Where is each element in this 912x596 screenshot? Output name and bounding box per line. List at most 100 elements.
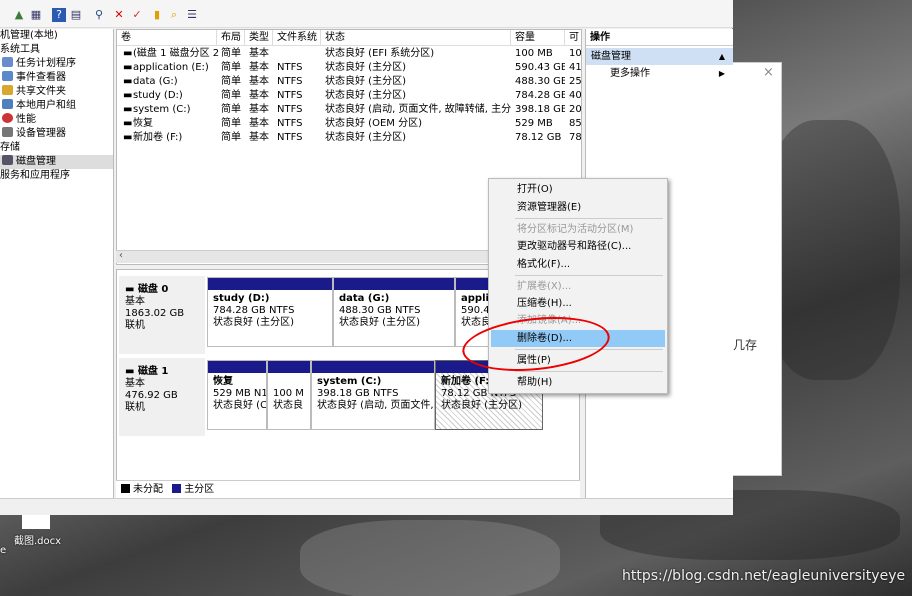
menu-item-open[interactable]: 打开(O)	[491, 181, 665, 198]
table-cell: NTFS	[277, 118, 303, 129]
collapse-icon[interactable]: ▲	[719, 48, 725, 65]
table-cell: 简单	[221, 48, 241, 59]
disk-1-label[interactable]: ▬ 磁盘 1 基本 476.92 GB 联机	[119, 358, 205, 436]
table-cell: 状态良好 (主分区)	[325, 62, 406, 73]
view-icon[interactable]: ▤	[69, 8, 83, 22]
table-cell: 78.12 GB	[515, 132, 562, 143]
disk-icon	[2, 155, 13, 165]
properties-icon[interactable]: ☰	[185, 8, 199, 22]
table-cell: 状态良好 (启动, 页面文件, 故障转储, 主分区)	[325, 104, 511, 115]
tree-item-disk-management[interactable]: 磁盘管理	[0, 155, 113, 169]
table-cell: 25	[569, 76, 582, 87]
table-cell: (磁盘 1 磁盘分区 2)	[133, 48, 219, 59]
column-header[interactable]: 容量	[511, 30, 565, 46]
table-cell: 状态良好 (主分区)	[325, 90, 406, 101]
partition-recovery[interactable]: 恢复 529 MB N1 状态良好 (C	[207, 360, 267, 430]
column-header[interactable]: 可	[565, 30, 581, 46]
table-cell: 78	[569, 132, 582, 143]
table-cell: system (C:)	[133, 104, 191, 115]
horizontal-scrollbar[interactable]: ‹	[116, 250, 488, 263]
tree-item[interactable]: 任务计划程序	[0, 57, 113, 71]
tree-item[interactable]: 设备管理器	[0, 127, 113, 141]
table-cell: 状态良好 (主分区)	[325, 76, 406, 87]
table-cell: 529 MB	[515, 118, 553, 129]
table-cell: 488.30 GB	[515, 76, 565, 87]
performance-icon	[2, 113, 13, 123]
background-dialog: × 几存	[733, 62, 782, 476]
table-cell: NTFS	[277, 104, 303, 115]
table-cell: 398.18 GB	[515, 104, 565, 115]
column-header[interactable]: 文件系统	[273, 30, 321, 46]
folder-up-icon[interactable]: ▮	[150, 8, 164, 22]
column-header[interactable]: 类型	[245, 30, 273, 46]
menu-item-delete-volume[interactable]: 删除卷(D)...	[491, 330, 665, 347]
table-row[interactable]: ▬ 新加卷 (F:) 简单 基本 NTFS 状态良好 (主分区) 78.12 GB 78	[117, 131, 581, 145]
volume-list-header: 卷 布局 类型 文件系统 状态 容量 可	[117, 30, 581, 46]
table-cell: 新加卷 (F:)	[133, 132, 183, 143]
table-row[interactable]: ▬ (磁盘 1 磁盘分区 2) 简单 基本 状态良好 (EFI 系统分区) 100 MB…	[117, 47, 581, 61]
table-cell: 784.28 GB	[515, 90, 565, 101]
console-tree-icon[interactable]: ▦	[29, 8, 43, 22]
legend: 未分配 主分区	[116, 480, 580, 498]
connect-disk-icon[interactable]: ⚲	[92, 8, 106, 22]
menu-item-shrink-volume[interactable]: 压缩卷(H)...	[491, 295, 665, 312]
tree-item[interactable]: 本地用户和组	[0, 99, 113, 113]
column-header[interactable]: 状态	[321, 30, 511, 46]
tree-item[interactable]: 存储	[0, 141, 113, 155]
event-icon	[2, 71, 13, 81]
more-actions[interactable]: 更多操作 ▶	[586, 65, 733, 83]
menu-item-extend-volume[interactable]: 扩展卷(X)...	[491, 278, 665, 295]
menu-item-add-mirror[interactable]: 添加镜像(A)...	[491, 312, 665, 329]
menu-item-explorer[interactable]: 资源管理器(E)	[491, 199, 665, 216]
up-folder-icon[interactable]: ▲	[12, 8, 26, 22]
table-cell: 状态良好 (主分区)	[325, 132, 406, 143]
tree-item[interactable]: 事件查看器	[0, 71, 113, 85]
close-icon[interactable]: ×	[763, 65, 774, 80]
search-folder-icon[interactable]: ⌕	[167, 8, 181, 22]
table-row[interactable]: ▬ system (C:) 简单 基本 NTFS 状态良好 (启动, 页面文件, 故障转…	[117, 103, 581, 117]
desktop-file-label[interactable]: 截图.docx	[14, 532, 61, 547]
partition-efi[interactable]: 100 M 状态良	[267, 360, 311, 430]
status-bar	[0, 498, 733, 515]
table-cell: 基本	[249, 48, 269, 59]
toolbar: ▲ ▦ ? ▤ ⚲ ✕ ✓ ▮ ⌕ ☰	[0, 0, 733, 28]
scroll-left-icon[interactable]: ‹	[119, 250, 123, 261]
table-row[interactable]: ▬ application (E:) 简单 基本 NTFS 状态良好 (主分区) 590.…	[117, 61, 581, 75]
tree-item[interactable]: 共享文件夹	[0, 85, 113, 99]
tree-item[interactable]: 系统工具	[0, 43, 113, 57]
tree-item[interactable]: 服务和应用程序	[0, 169, 113, 183]
table-cell: 基本	[249, 90, 269, 101]
table-cell	[273, 47, 321, 61]
table-cell: 状态良好 (OEM 分区)	[325, 118, 422, 129]
column-header[interactable]: 布局	[217, 30, 245, 46]
help-icon[interactable]: ?	[52, 8, 66, 22]
menu-item-mark-active[interactable]: 将分区标记为活动分区(M)	[491, 221, 665, 238]
device-icon	[2, 127, 13, 137]
table-cell: 状态良好 (EFI 系统分区)	[325, 48, 435, 59]
table-cell: 40	[569, 90, 582, 101]
dialog-text: 几存	[733, 338, 758, 352]
menu-item-format[interactable]: 格式化(F)...	[491, 256, 665, 273]
clock-icon	[2, 57, 13, 67]
menu-item-properties[interactable]: 属性(P)	[491, 352, 665, 369]
table-cell: NTFS	[277, 76, 303, 87]
table-row[interactable]: ▬ data (G:) 简单 基本 NTFS 状态良好 (主分区) 488.30 GB 25	[117, 75, 581, 89]
check-icon[interactable]: ✓	[130, 8, 144, 22]
disk-0-label[interactable]: ▬ 磁盘 0 基本 1863.02 GB 联机	[119, 276, 205, 354]
column-header[interactable]: 卷	[117, 30, 217, 46]
table-row[interactable]: ▬ study (D:) 简单 基本 NTFS 状态良好 (主分区) 784.28 GB 4…	[117, 89, 581, 103]
actions-section-disk-management[interactable]: 磁盘管理 ▲	[586, 48, 733, 65]
partition-study[interactable]: study (D:) 784.28 GB NTFS 状态良好 (主分区)	[207, 277, 333, 347]
menu-item-help[interactable]: 帮助(H)	[491, 374, 665, 391]
unallocated-swatch	[121, 484, 130, 493]
users-icon	[2, 99, 13, 109]
tree-item[interactable]: 机管理(本地)	[0, 29, 113, 43]
document-file-icon[interactable]	[22, 515, 50, 529]
menu-item-change-drive-letter[interactable]: 更改驱动器号和路径(C)...	[491, 238, 665, 255]
delete-icon[interactable]: ✕	[112, 8, 126, 22]
partition-data[interactable]: data (G:) 488.30 GB NTFS 状态良好 (主分区)	[333, 277, 455, 347]
table-row[interactable]: ▬ 恢复 简单 基本 NTFS 状态良好 (OEM 分区) 529 MB 85	[117, 117, 581, 131]
tree-item[interactable]: 性能	[0, 113, 113, 127]
partition-system[interactable]: system (C:) 398.18 GB NTFS 状态良好 (启动, 页面文件,…	[311, 360, 435, 430]
table-cell: 基本	[249, 76, 269, 87]
